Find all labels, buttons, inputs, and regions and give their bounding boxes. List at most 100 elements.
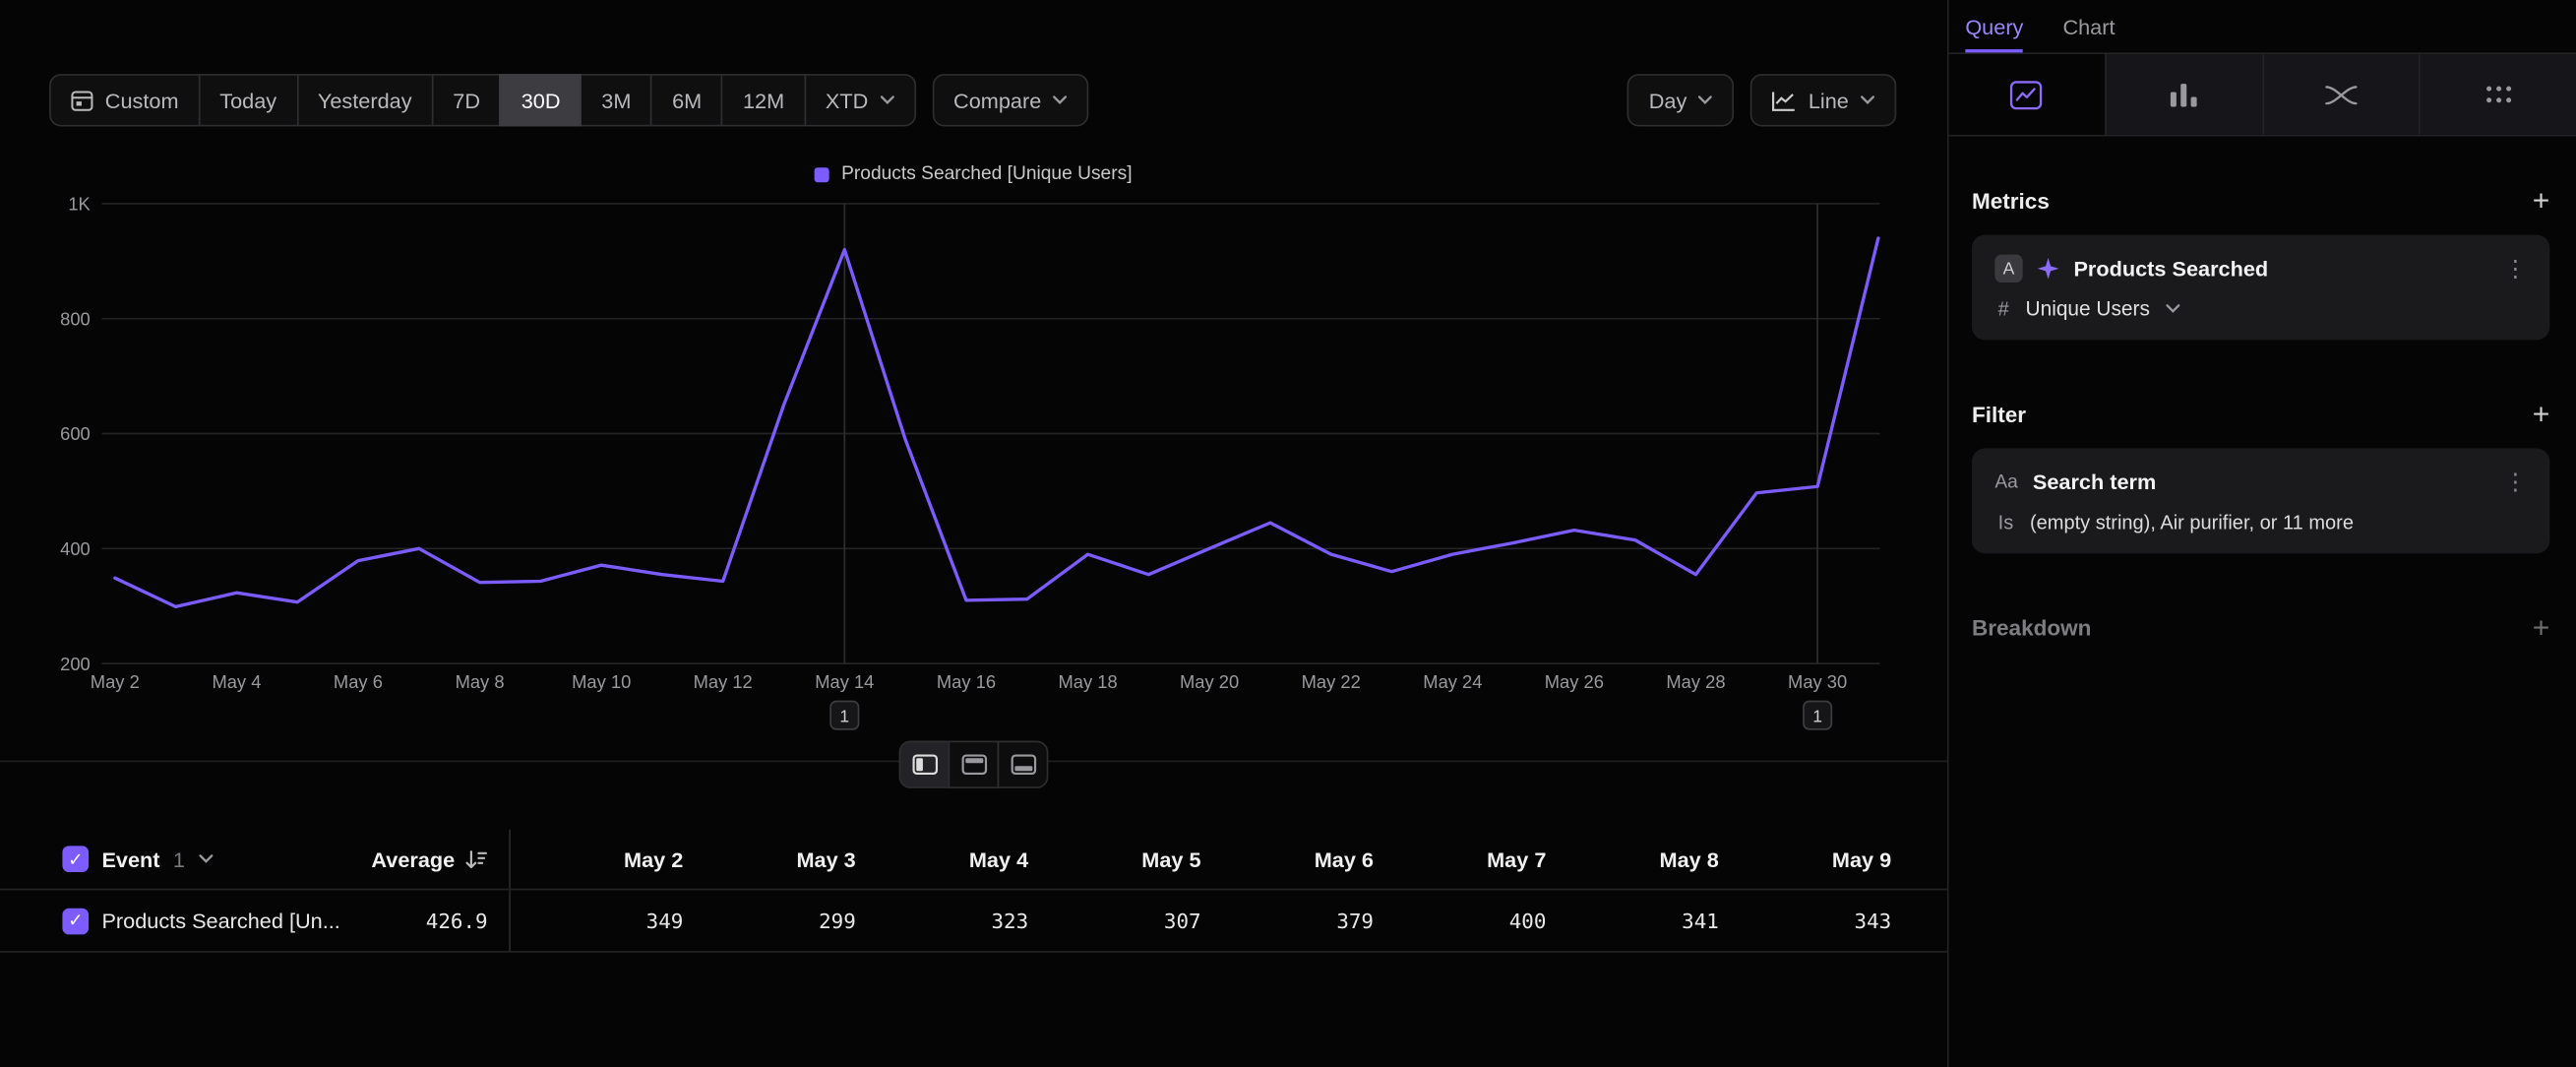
add-metric-button[interactable]: + [2533,186,2550,216]
column-header-may-9[interactable]: May 9 [1719,847,1891,871]
y-tick-label: 400 [60,538,91,559]
layout-split-button[interactable] [899,741,951,788]
table-cell-value: 349 [511,909,683,933]
row-checkbox[interactable]: ✓ [62,908,89,934]
add-breakdown-button[interactable]: + [2533,612,2550,642]
metric-letter-badge: A [1994,255,2022,282]
sidebar-tabs: Query Chart [1949,0,2576,54]
table-cell-value: 299 [683,909,855,933]
breakdown-heading: Breakdown [1972,615,2091,640]
tab-chart[interactable]: Chart [2062,0,2115,52]
sort-descending-icon[interactable] [464,848,487,870]
metric-menu-button[interactable]: ⋮ [2504,255,2527,282]
table-cell-value: 343 [1719,909,1891,933]
event-row-cell: ✓ Products Searched [Un... [0,908,344,934]
column-header-may-4[interactable]: May 4 [856,847,1028,871]
column-header-may-6[interactable]: May 6 [1201,847,1374,871]
x-tick-label: May 18 [1059,671,1118,692]
aggregation-symbol: # [1998,297,2009,320]
svg-text:1: 1 [839,706,849,725]
chevron-down-icon[interactable] [2167,304,2181,314]
column-header-may-7[interactable]: May 7 [1374,847,1546,871]
average-value: 426.9 [426,909,488,933]
tab-flows-chart[interactable] [2261,54,2419,135]
layout-bottom-icon [1010,754,1036,776]
layout-split-icon [911,754,938,776]
breakdown-section-header: Breakdown + [1972,612,2549,642]
event-header-label: Event [101,847,159,871]
report-main-panel: CustomTodayYesterday7D30D3M6M12MXTD Comp… [0,0,1949,1067]
property-type-icon: Aa [1994,472,2017,492]
x-tick-label: May 22 [1302,671,1361,692]
tab-metrics-grid[interactable] [2419,54,2576,135]
table-header-row: ✓ Event 1 Average May 2May 3May 4May 5Ma… [0,830,1947,889]
table-row-values: 349299323307379400341343 [509,890,1947,951]
table-row: ✓ Products Searched [Un... 426.9 3492993… [0,889,1947,953]
x-tick-label: May 26 [1545,671,1604,692]
annotation-marker[interactable]: 1 [1804,701,1831,728]
column-header-may-3[interactable]: May 3 [683,847,855,871]
filter-operator[interactable]: Is [1998,511,2014,534]
event-row-label: Products Searched [Un... [101,909,339,933]
insights-report: CustomTodayYesterday7D30D3M6M12MXTD Comp… [0,0,2576,1067]
column-header-may-5[interactable]: May 5 [1028,847,1200,871]
series-line[interactable] [115,238,1878,606]
y-tick-label: 200 [60,654,91,674]
layout-top-icon [960,754,987,776]
add-filter-button[interactable]: + [2533,399,2550,428]
table-cell-value: 400 [1374,909,1546,933]
chevron-down-icon[interactable] [198,854,213,864]
x-tick-label: May 30 [1788,671,1847,692]
filter-value[interactable]: (empty string), Air purifier, or 11 more [2030,511,2354,534]
annotation-marker[interactable]: 1 [830,701,858,728]
x-tick-label: May 10 [572,671,631,692]
table-date-columns: May 2May 3May 4May 5May 6May 7May 8May 9 [509,830,1947,889]
metric-name[interactable]: Products Searched [2073,256,2488,281]
metric-card[interactable]: A Products Searched ⋮ # Unique Users [1972,235,2549,341]
flows-tab-icon [2325,82,2358,108]
column-header-may-2[interactable]: May 2 [511,847,683,871]
x-tick-label: May 12 [694,671,753,692]
filter-menu-button[interactable]: ⋮ [2504,469,2527,496]
filter-property-name[interactable]: Search term [2033,470,2489,494]
metrics-section-header: Metrics + [1972,186,2549,216]
layout-toggle-group [899,741,1049,788]
table-cell-value: 307 [1028,909,1200,933]
x-tick-label: May 20 [1180,671,1239,692]
aggregation-selector[interactable]: Unique Users [2026,297,2150,320]
tab-query-label: Query [1965,14,2023,38]
line-chart[interactable]: 2004006008001KMay 2May 4May 6May 8May 10… [0,0,1947,739]
chart-type-tab-strip [1949,54,2576,136]
x-tick-label: May 14 [815,671,874,692]
x-tick-label: May 24 [1423,671,1482,692]
select-all-checkbox[interactable]: ✓ [62,846,89,872]
event-sparkle-icon [2038,258,2059,280]
table-cell-value: 379 [1201,909,1374,933]
column-header-may-8[interactable]: May 8 [1546,847,1718,871]
line-chart-tab-icon [2010,80,2043,109]
table-cell-value: 323 [856,909,1028,933]
tab-query[interactable]: Query [1965,0,2023,52]
y-tick-label: 800 [60,308,91,329]
bar-chart-tab-icon [2169,82,2198,108]
filter-section-header: Filter + [1972,399,2549,428]
table-cell-value: 341 [1546,909,1718,933]
average-header-cell[interactable]: Average [344,847,509,871]
svg-text:1: 1 [1812,706,1822,725]
x-tick-label: May 8 [456,671,505,692]
event-count: 1 [173,847,185,871]
tab-bar-chart[interactable] [2105,54,2262,135]
event-header-cell: ✓ Event 1 [0,846,344,872]
x-tick-label: May 6 [334,671,383,692]
tab-line-chart[interactable] [1949,54,2105,135]
range-30d-button[interactable]: 30D [500,74,582,126]
metrics-grid-tab-icon [2484,82,2513,108]
metrics-heading: Metrics [1972,188,2050,213]
query-builder: Metrics + A Products Searched ⋮ # Unique… [1949,186,2576,643]
layout-bottom-button[interactable] [998,741,1049,788]
filter-heading: Filter [1972,402,2026,426]
tab-chart-label: Chart [2062,14,2115,38]
filter-card[interactable]: Aa Search term ⋮ Is (empty string), Air … [1972,449,2549,554]
breakdown-table: ✓ Event 1 Average May 2May 3May 4May 5Ma… [0,830,1947,953]
layout-top-button[interactable] [949,741,1000,788]
